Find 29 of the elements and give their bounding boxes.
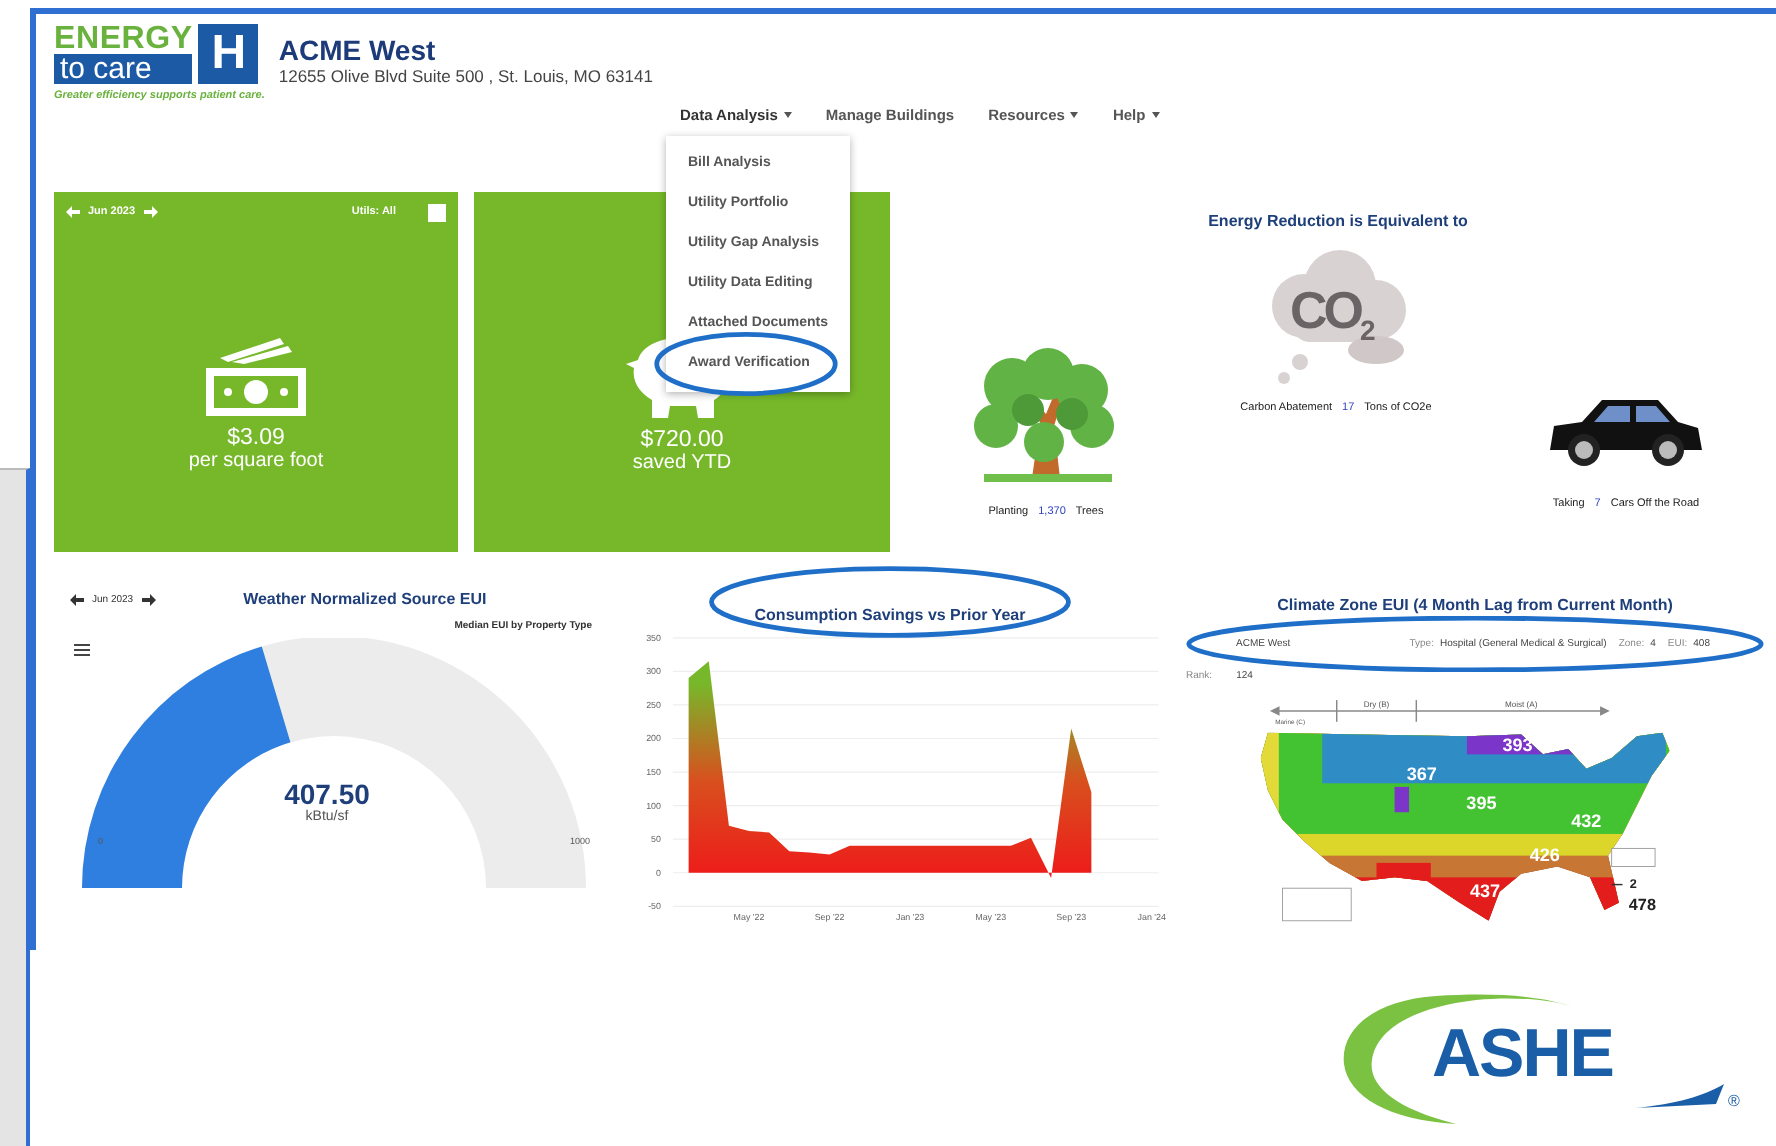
chart-title: Consumption Savings vs Prior Year (754, 606, 1026, 624)
logo-text: to care (54, 54, 193, 84)
tree-icon (972, 346, 1120, 486)
map-label: 478 (1627, 895, 1655, 914)
panel-title: Weather Normalized Source EUI (243, 590, 487, 608)
map-label: 367 (1405, 763, 1436, 784)
logo-text: ASHE (1432, 1016, 1613, 1094)
kpi-value: $720.00 (640, 427, 724, 451)
gauge-value: 407.50 (284, 778, 370, 810)
map-label: 426 (1528, 845, 1559, 866)
logo-text: ENERGY (54, 24, 193, 54)
building-name: ACME West (278, 34, 438, 66)
kpi-caption: per square foot (188, 449, 324, 471)
panel-title: Energy Reduction is Equivalent to (1208, 212, 1468, 230)
co2-label: CO$_{2}$ (1290, 280, 1372, 347)
panel-title: Climate Zone EUI (4 Month Lag from Current Month) (1277, 596, 1673, 614)
map-label: 395 (1465, 792, 1496, 813)
kpi-value: $3.09 (227, 425, 285, 449)
kpi-caption: saved YTD (632, 451, 732, 473)
map-label: 432 (1570, 810, 1601, 831)
registered-mark: ® (1728, 1092, 1740, 1110)
arrow-right-icon[interactable] (141, 593, 156, 605)
map-label: 437 (1468, 881, 1500, 902)
arrow-left-icon[interactable] (70, 593, 84, 605)
map-label: 393 (1501, 734, 1532, 755)
money-icon (200, 333, 312, 417)
menu-icon[interactable] (74, 644, 90, 656)
logo-mark: H (198, 24, 259, 84)
building-address: 12655 Olive Blvd Suite 500 , St. Louis, MO 63141 (278, 66, 653, 86)
